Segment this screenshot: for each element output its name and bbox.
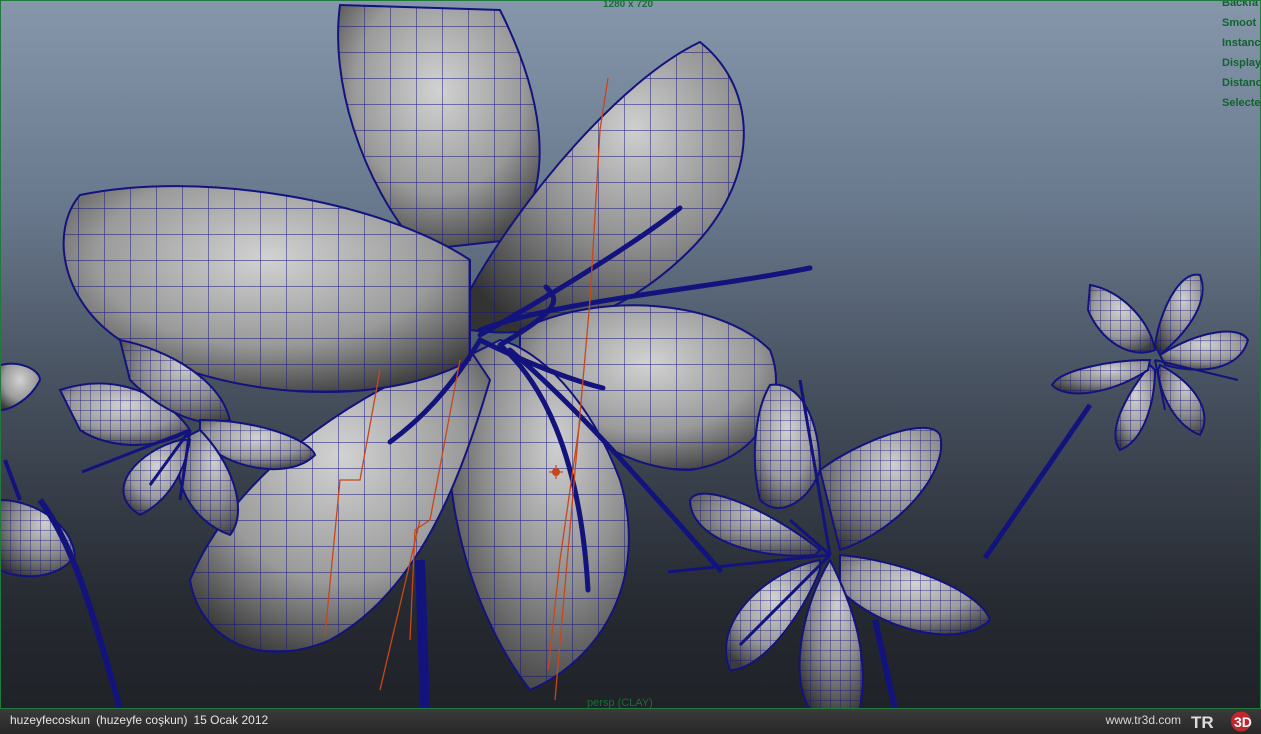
hud-display: Display (1222, 57, 1261, 69)
footer-bar: huzeyfecoskun (huzeyfe coşkun) 15 Ocak 201… (0, 709, 1261, 734)
author-username: huzeyfecoskun (10, 713, 91, 727)
site-link[interactable]: www.tr3d.com (1106, 713, 1181, 727)
author-credit: huzeyfecoskun (huzeyfe coşkun) 15 Ocak 201… (10, 713, 274, 727)
tr3d-logo[interactable]: TR 3D (1189, 710, 1255, 733)
scene-render (0, 3, 1250, 709)
post-date: 15 Ocak 2012 (193, 713, 269, 727)
hud-selected: Selecte (1222, 97, 1261, 109)
hud-backface: Backfa (1222, 0, 1259, 9)
svg-text:TR: TR (1191, 713, 1214, 732)
heads-up-display: Backfa Smoot Instanc Display Distanc Sel… (1222, 0, 1261, 113)
hud-distance: Distanc (1222, 77, 1261, 89)
maya-viewport[interactable]: 1280 x 720 persp (CLAY) Backfa Smoot Ins… (0, 0, 1261, 709)
author-fullname: (huzeyfe coşkun) (96, 713, 188, 727)
svg-text:3D: 3D (1234, 714, 1252, 730)
camera-label: persp (CLAY) (587, 697, 653, 709)
big-flower[interactable] (62, 3, 813, 709)
resolution-gate-label: 1280 x 720 (603, 0, 654, 10)
hud-smooth: Smoot (1222, 17, 1257, 29)
hud-instance: Instanc (1222, 37, 1261, 49)
right-flower[interactable] (982, 273, 1250, 560)
